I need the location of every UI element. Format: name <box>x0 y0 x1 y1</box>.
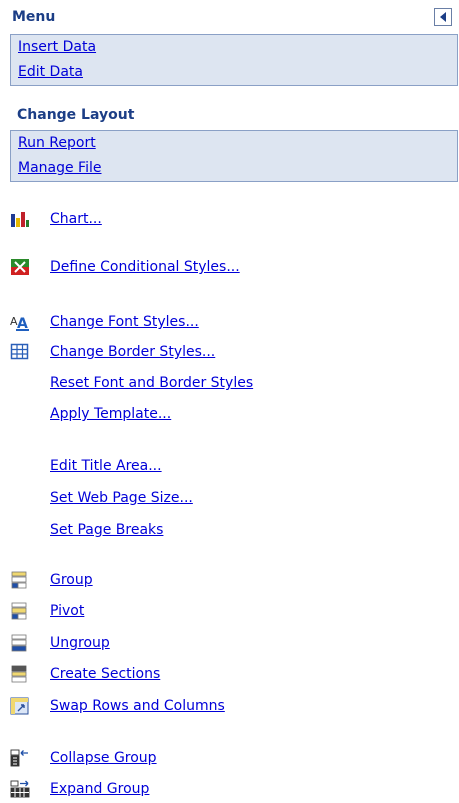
swap-rows-columns-link[interactable]: Swap Rows and Columns <box>50 698 225 714</box>
ungroup-icon <box>10 633 32 653</box>
create-sections-command[interactable]: Create Sections <box>10 664 160 684</box>
set-web-page-size-link[interactable]: Set Web Page Size... <box>50 490 193 506</box>
change-font-styles-link[interactable]: Change Font Styles... <box>50 314 199 330</box>
menu-group-report: Run Report Manage File <box>10 130 458 182</box>
menu-header: Menu <box>10 4 452 30</box>
font-styles-icon: A A <box>10 312 32 332</box>
border-styles-command[interactable]: Change Border Styles... <box>10 342 215 362</box>
set-page-breaks-link[interactable]: Set Page Breaks <box>50 522 163 538</box>
change-border-styles-link[interactable]: Change Border Styles... <box>50 344 215 360</box>
ungroup-link[interactable]: Ungroup <box>50 635 110 651</box>
expand-group-command[interactable]: Expand Group <box>10 779 149 799</box>
collapse-menu-button[interactable] <box>434 8 452 26</box>
collapse-group-link[interactable]: Collapse Group <box>50 750 157 766</box>
collapse-group-command[interactable]: Collapse Group <box>10 748 157 768</box>
reset-font-border-styles-link[interactable]: Reset Font and Border Styles <box>50 375 253 391</box>
apply-template-link[interactable]: Apply Template... <box>50 406 171 422</box>
change-layout-header: Change Layout <box>17 107 135 123</box>
chart-link[interactable]: Chart... <box>50 211 102 227</box>
pivot-icon <box>10 601 32 621</box>
create-sections-link[interactable]: Create Sections <box>50 666 160 682</box>
swap-rows-columns-icon <box>10 696 32 716</box>
chart-icon <box>10 209 32 229</box>
group-link[interactable]: Group <box>50 572 93 588</box>
group-command[interactable]: Group <box>10 570 93 590</box>
menu-group-data: Insert Data Edit Data <box>10 34 458 86</box>
border-styles-icon <box>10 342 32 362</box>
swap-rows-columns-command[interactable]: Swap Rows and Columns <box>10 696 225 716</box>
edit-data-link[interactable]: Edit Data <box>18 64 83 80</box>
expand-group-icon <box>10 779 32 799</box>
font-styles-command[interactable]: A A Change Font Styles... <box>10 312 199 332</box>
conditional-styles-command[interactable]: Define Conditional Styles... <box>10 257 240 277</box>
conditional-styles-icon <box>10 257 32 277</box>
create-sections-icon <box>10 664 32 684</box>
menu-title: Menu <box>12 9 56 25</box>
pivot-command[interactable]: Pivot <box>10 601 84 621</box>
run-report-link[interactable]: Run Report <box>18 135 96 151</box>
manage-file-link[interactable]: Manage File <box>18 160 102 176</box>
chart-command[interactable]: Chart... <box>10 209 102 229</box>
define-conditional-styles-link[interactable]: Define Conditional Styles... <box>50 259 240 275</box>
svg-text:A: A <box>17 316 28 331</box>
ungroup-command[interactable]: Ungroup <box>10 633 110 653</box>
collapse-group-icon <box>10 748 32 768</box>
insert-data-link[interactable]: Insert Data <box>18 39 96 55</box>
expand-group-link[interactable]: Expand Group <box>50 781 149 797</box>
group-icon <box>10 570 32 590</box>
edit-title-area-link[interactable]: Edit Title Area... <box>50 458 162 474</box>
pivot-link[interactable]: Pivot <box>50 603 84 619</box>
